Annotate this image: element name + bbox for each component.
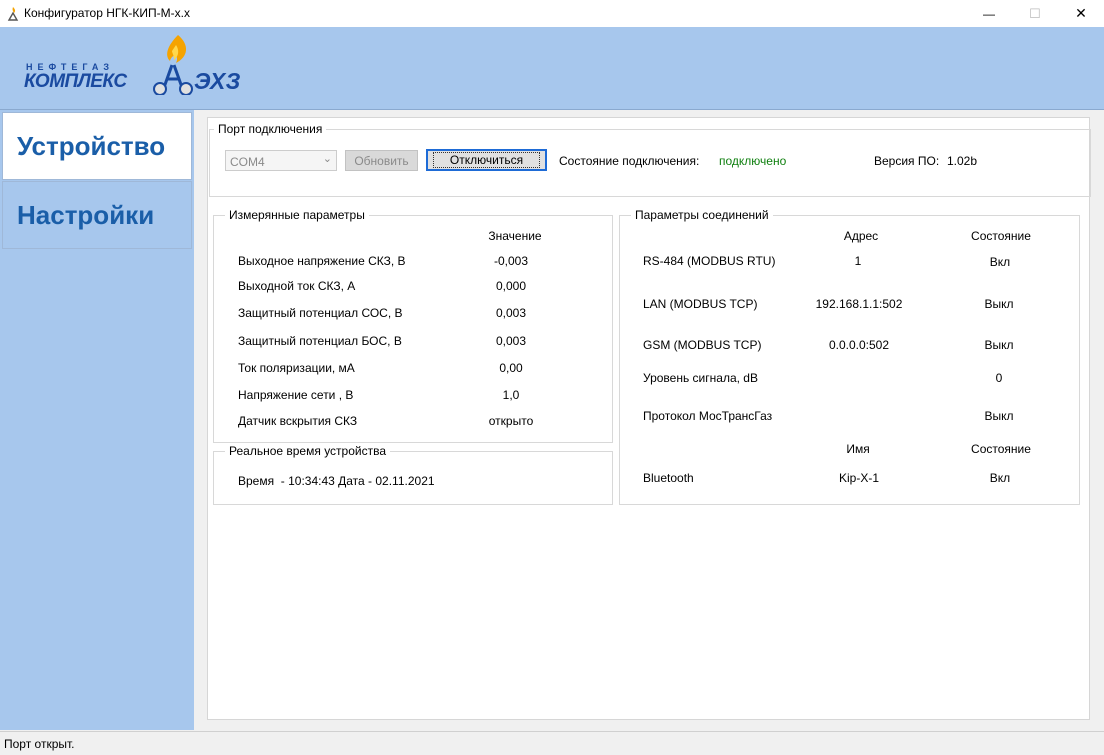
connections-group-title: Параметры соединений xyxy=(631,208,773,222)
refresh-button[interactable]: Обновить xyxy=(345,150,418,171)
measured-row-value: 0,00 xyxy=(499,361,523,375)
connection-row-state: Вкл xyxy=(989,255,1011,269)
logo-suffix: ЭХЗ xyxy=(194,68,241,94)
app-icon xyxy=(7,7,19,21)
bluetooth-state: Вкл xyxy=(989,471,1011,485)
measured-row-label: Напряжение сети , В xyxy=(238,388,354,402)
port-select-value: COM4 xyxy=(230,155,265,169)
measured-row-value: открыто xyxy=(488,414,534,428)
measured-row-value: 1,0 xyxy=(502,388,520,402)
connection-state-value: подключено xyxy=(719,154,787,168)
state-column-header: Состояние xyxy=(971,229,1031,243)
logo-main-word: КОМПЛЕКС xyxy=(24,71,127,92)
connection-row-label: LAN (MODBUS TCP) xyxy=(643,297,758,311)
measured-row-value: 0,003 xyxy=(495,334,527,348)
port-select[interactable]: COM4 ⌄ xyxy=(225,150,337,171)
measured-row-label: Выходной ток СКЗ, А xyxy=(238,279,356,293)
sidebar-item-label: Настройки xyxy=(17,199,155,230)
measured-row-value: 0,003 xyxy=(495,306,527,320)
address-column-header: Адрес xyxy=(843,229,879,243)
measured-row-value: -0,003 xyxy=(493,254,529,268)
bluetooth-name: Kip-X-1 xyxy=(838,471,879,485)
disconnect-button-label: Отключиться xyxy=(432,152,541,168)
minimize-icon: — xyxy=(983,6,995,21)
connection-row-label: GSM (MODBUS TCP) xyxy=(643,338,762,352)
connection-row-address: 192.168.1.1:502 xyxy=(815,297,903,311)
measured-row-label: Датчик вскрытия СКЗ xyxy=(238,414,358,428)
connection-row-state: Выкл xyxy=(984,297,1014,311)
window-title: Конфигуратор НГК-КИП-М-x.x xyxy=(24,6,190,20)
refresh-button-label: Обновить xyxy=(354,153,409,168)
maximize-button[interactable]: ☐ xyxy=(1012,0,1058,27)
connection-row-state: 0 xyxy=(995,371,1003,385)
disconnect-button[interactable]: Отключиться xyxy=(426,149,547,171)
sidebar-item-device[interactable]: Устройство xyxy=(2,112,192,180)
connection-row-state: Выкл xyxy=(984,338,1014,352)
sidebar-item-settings[interactable]: Настройки xyxy=(2,181,192,249)
company-logo: НЕФТЕГАЗ КОМПЛЕКС ЭХЗ xyxy=(24,33,241,97)
connection-row-label: Уровень сигнала, dB xyxy=(643,371,758,385)
measured-row-label: Защитный потенциал БОС, В xyxy=(238,334,402,348)
connection-row-address: 1 xyxy=(854,254,862,268)
title-bar: Конфигуратор НГК-КИП-М-x.x — ☐ ✕ xyxy=(0,0,1104,27)
version-value: 1.02b xyxy=(947,154,978,168)
connection-row-label: RS-484 (MODBUS RTU) xyxy=(643,254,776,268)
status-text: Порт открыт. xyxy=(4,737,75,751)
bluetooth-label: Bluetooth xyxy=(643,471,694,485)
measured-group-title: Измерянные параметры xyxy=(225,208,369,222)
connection-row-label: Протокол МосТрансГаз xyxy=(643,409,773,423)
measured-row-label: Выходное напряжение СКЗ, В xyxy=(238,254,406,268)
close-icon: ✕ xyxy=(1075,5,1087,21)
value-column-header: Значение xyxy=(488,229,542,243)
measured-group xyxy=(213,215,613,443)
connection-row-state: Выкл xyxy=(984,409,1014,423)
realtime-group-title: Реальное время устройства xyxy=(225,444,391,458)
device-datetime: Время - 10:34:43 Дата - 02.11.2021 xyxy=(238,474,435,488)
connection-state-label: Состояние подключения: xyxy=(559,154,700,168)
measured-row-value: 0,000 xyxy=(495,279,527,293)
minimize-button[interactable]: — xyxy=(966,0,1012,27)
close-button[interactable]: ✕ xyxy=(1058,0,1104,27)
flame-icon xyxy=(153,35,193,95)
connection-row-address: 0.0.0.0:502 xyxy=(828,338,890,352)
maximize-icon: ☐ xyxy=(1029,5,1041,21)
measured-row-label: Защитный потенциал СОС, В xyxy=(238,306,403,320)
measured-row-label: Ток поляризации, мА xyxy=(238,361,355,375)
status-bar: Порт открыт. xyxy=(0,731,1104,755)
chevron-down-icon: ⌄ xyxy=(322,153,332,165)
state-column-header-2: Состояние xyxy=(971,442,1031,456)
port-group-title: Порт подключения xyxy=(214,122,327,136)
sidebar-item-label: Устройство xyxy=(17,130,166,161)
version-label: Версия ПО: xyxy=(874,154,940,168)
name-column-header: Имя xyxy=(846,442,870,456)
